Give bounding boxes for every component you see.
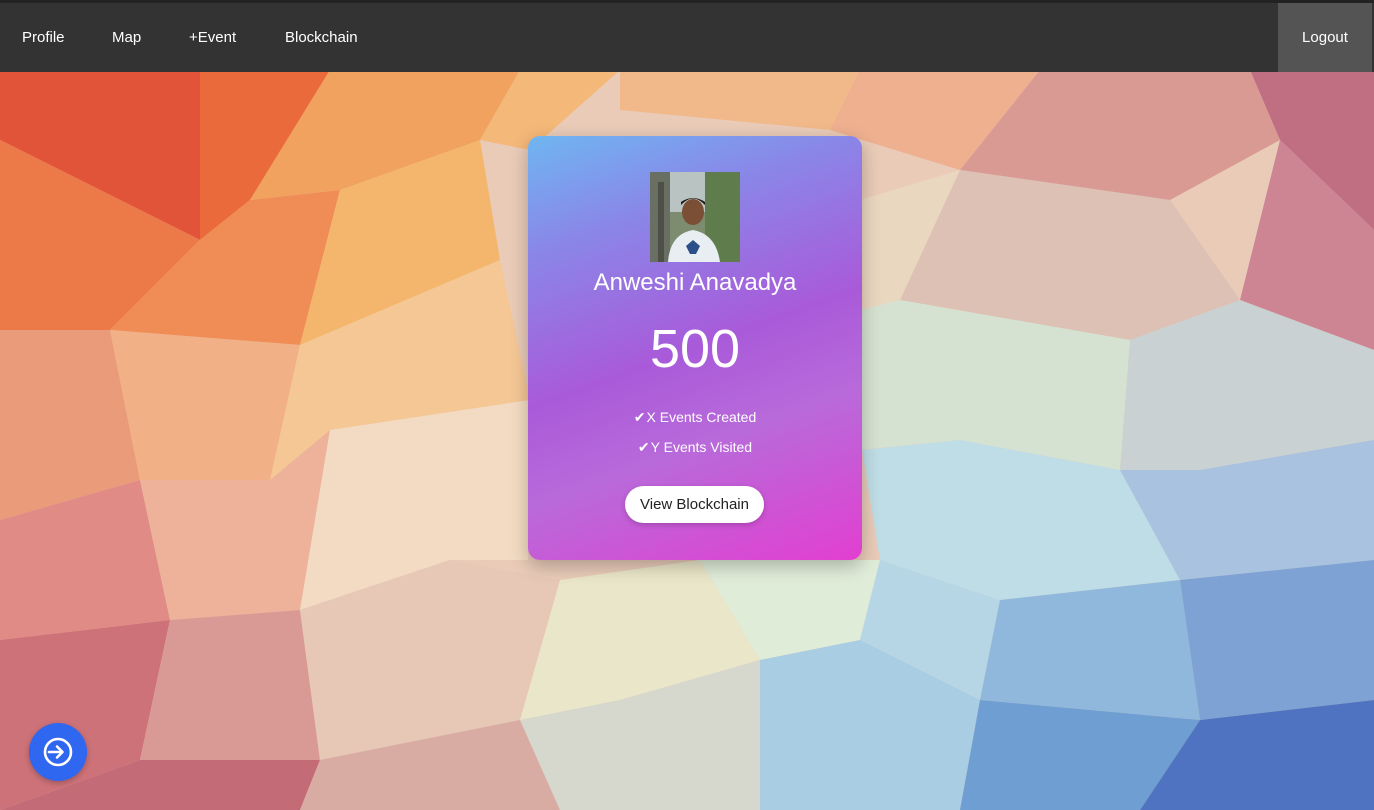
- events-visited-label: Y Events Visited: [650, 439, 753, 455]
- view-blockchain-button[interactable]: View Blockchain: [625, 486, 764, 523]
- profile-score: 500: [649, 319, 741, 379]
- check-icon: ✔: [633, 409, 646, 425]
- events-created-stat: ✔X Events Created: [528, 409, 862, 426]
- page: Profile Map +Event Blockchain Logout Anw…: [0, 0, 1374, 810]
- nav-blockchain-link[interactable]: Blockchain: [285, 3, 358, 72]
- login-fab-button[interactable]: [29, 723, 87, 781]
- login-arrow-icon: [43, 737, 73, 767]
- profile-name: Anweshi Anavadya: [593, 269, 797, 296]
- top-navbar: Profile Map +Event Blockchain Logout: [0, 0, 1374, 72]
- logout-button[interactable]: Logout: [1278, 3, 1372, 72]
- nav-add-event-link[interactable]: +Event: [189, 3, 236, 72]
- check-icon: ✔: [637, 439, 650, 455]
- profile-card: Anweshi Anavadya 500 ✔X Events Created ✔…: [528, 136, 862, 560]
- events-visited-stat: ✔Y Events Visited: [528, 439, 862, 456]
- avatar-photo: [650, 172, 740, 262]
- events-created-label: X Events Created: [646, 409, 757, 425]
- nav-profile-link[interactable]: Profile: [22, 3, 65, 72]
- profile-avatar: [650, 172, 740, 262]
- nav-map-link[interactable]: Map: [112, 3, 141, 72]
